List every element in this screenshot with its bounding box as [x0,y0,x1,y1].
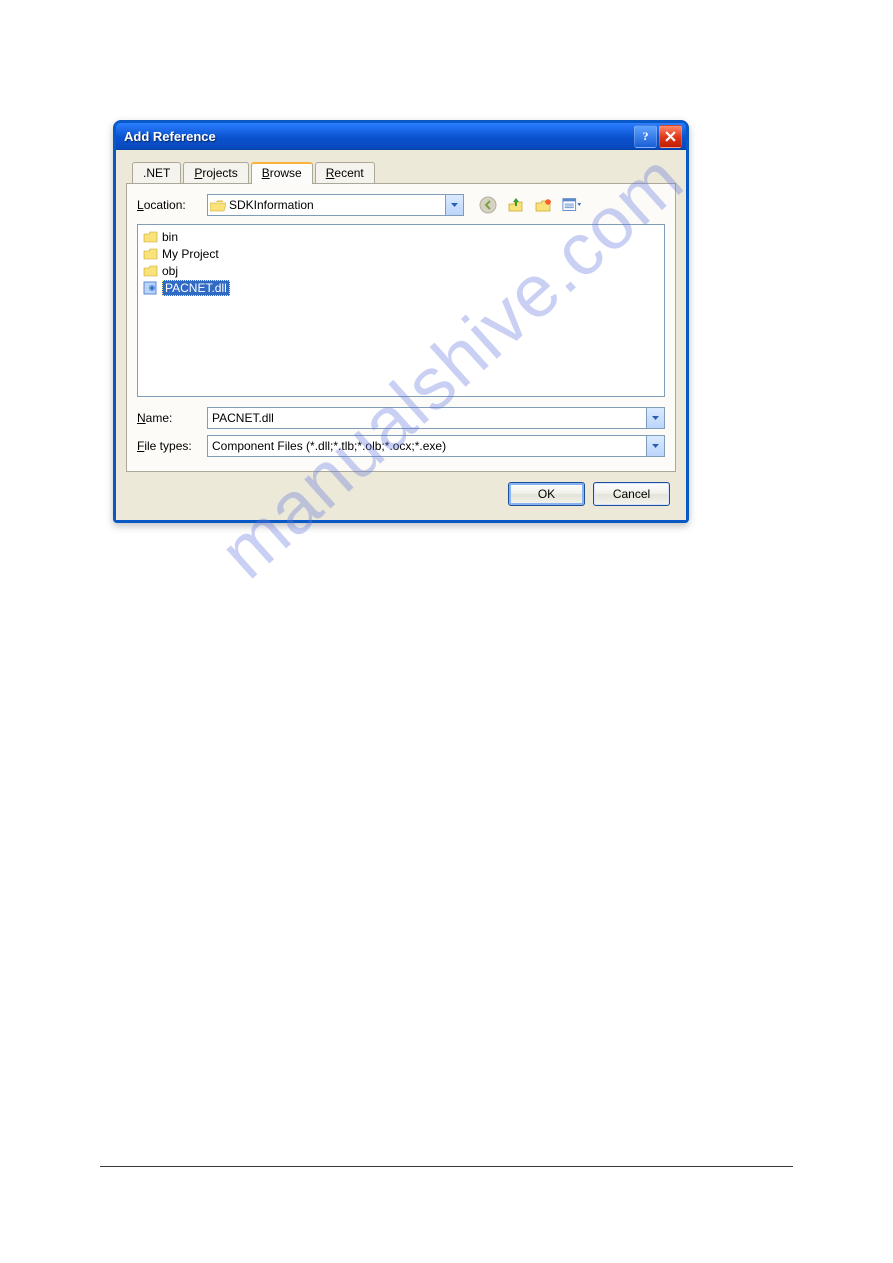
new-folder-icon [535,196,553,214]
dialog-button-row: OK Cancel [126,472,676,508]
folder-icon [143,264,159,278]
dialog-body: .NET Projects Browse Recent Location: [116,150,686,520]
list-item[interactable]: My Project [142,245,660,262]
new-folder-button[interactable] [534,195,554,215]
views-menu-button[interactable] [562,195,582,215]
list-item[interactable]: bin [142,228,660,245]
filetypes-row: File types: Component Files (*.dll;*.tlb… [137,435,665,457]
tab-label: Browse [262,166,302,180]
filetypes-field[interactable]: Component Files (*.dll;*.tlb;*.olb;*.ocx… [207,435,665,457]
close-icon [665,131,676,142]
dropdown-arrow-icon[interactable] [445,195,463,215]
name-row: Name: PACNET.dll [137,407,665,429]
location-label: Location: [137,198,207,212]
folder-open-icon [210,198,226,212]
add-reference-dialog: Add Reference ? .NET Projects Browse [113,120,689,523]
back-button[interactable] [478,195,498,215]
item-label: obj [162,264,178,278]
tab-label: .NET [143,166,170,180]
item-label: My Project [162,247,219,261]
title-bar[interactable]: Add Reference ? [116,123,686,150]
views-menu-icon [562,196,582,214]
filetypes-label: File types: [137,439,207,453]
tab-net[interactable]: .NET [132,162,181,184]
tab-strip: .NET Projects Browse Recent [126,162,676,184]
location-row: Location: SDKInformation [137,194,665,216]
up-one-level-icon [507,196,525,214]
name-field[interactable]: PACNET.dll [207,407,665,429]
location-combo[interactable]: SDKInformation [207,194,464,216]
browse-panel: Location: SDKInformation [126,183,676,472]
ok-button[interactable]: OK [508,482,585,506]
list-item-selected[interactable]: PACNET.dll [142,279,660,296]
tab-recent[interactable]: Recent [315,162,375,184]
location-toolbar [478,195,582,215]
tab-browse[interactable]: Browse [251,162,313,184]
tab-projects[interactable]: Projects [183,162,248,184]
cancel-button[interactable]: Cancel [593,482,670,506]
name-label: Name: [137,411,207,425]
back-icon [479,196,497,214]
dropdown-arrow-icon[interactable] [646,408,664,428]
dialog-title: Add Reference [124,129,632,144]
button-label: Cancel [613,487,650,501]
close-button[interactable] [659,125,682,148]
component-file-icon [143,281,159,295]
footer-divider [100,1166,793,1167]
item-label: PACNET.dll [162,280,230,296]
up-one-level-button[interactable] [506,195,526,215]
item-label: bin [162,230,178,244]
tab-label: Projects [194,166,237,180]
folder-icon [143,230,159,244]
folder-icon [143,247,159,261]
filetypes-value: Component Files (*.dll;*.tlb;*.olb;*.ocx… [212,439,446,453]
tab-label: Recent [326,166,364,180]
dropdown-arrow-icon[interactable] [646,436,664,456]
help-button[interactable]: ? [634,125,657,148]
list-item[interactable]: obj [142,262,660,279]
file-list[interactable]: bin My Project obj [137,224,665,397]
button-label: OK [538,487,555,501]
name-value: PACNET.dll [212,411,274,425]
location-value: SDKInformation [229,198,445,212]
